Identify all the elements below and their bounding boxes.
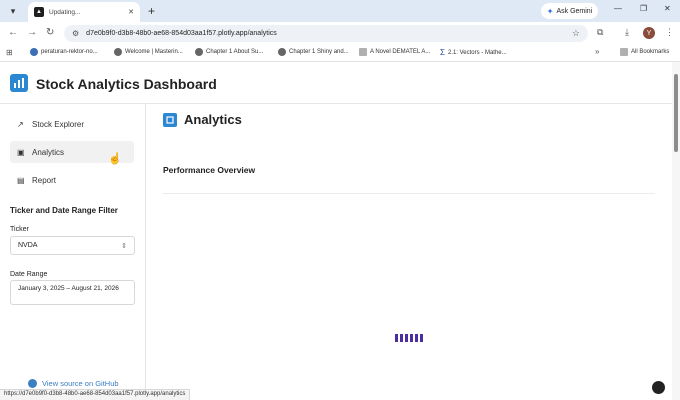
bookmark-item[interactable]: Welcome | Masterin...	[114, 48, 183, 56]
date-range-picker[interactable]: January 3, 2025 – August 21, 2026	[10, 280, 135, 305]
wordpress-icon	[30, 48, 38, 56]
globe-icon	[195, 48, 203, 56]
page-title-text: Analytics	[184, 112, 242, 127]
window-close-icon[interactable]: ✕	[664, 4, 671, 13]
bookmark-item[interactable]: peraturan-rektor-no...	[30, 48, 98, 56]
forward-icon[interactable]: →	[27, 27, 37, 38]
plotly-badge-icon[interactable]	[652, 381, 665, 394]
app-title: Stock Analytics Dashboard	[36, 76, 217, 92]
ticker-label: Ticker	[10, 226, 29, 233]
browser-tab[interactable]: ▲ Updating... ✕	[28, 2, 140, 22]
scrollbar-thumb[interactable]	[674, 74, 678, 152]
bookmarks-bar: ⊞ peraturan-rektor-no... Welcome | Maste…	[0, 44, 680, 62]
globe-icon	[278, 48, 286, 56]
folder-icon	[620, 48, 628, 56]
tab-strip: ▾ ▲ Updating... ✕ + ✦ Ask Gemini — ❐ ✕	[0, 0, 680, 22]
loading-spinner	[395, 334, 423, 342]
scrollbar[interactable]	[672, 62, 680, 400]
tab-search-icon[interactable]: ▾	[5, 3, 21, 19]
site-info-icon[interactable]: ⚙	[72, 29, 79, 38]
apps-grid-icon[interactable]: ⊞	[6, 48, 13, 57]
sigma-icon: Σ	[440, 48, 445, 57]
github-link[interactable]: View source on GitHub	[28, 379, 119, 388]
analytics-title-icon	[163, 112, 177, 127]
minimize-icon[interactable]: —	[614, 4, 622, 13]
tab-favicon-icon: ▲	[34, 7, 44, 17]
menu-kebab-icon[interactable]: ⋮	[665, 27, 674, 38]
line-chart-icon: ↗	[17, 119, 24, 129]
back-icon[interactable]: ←	[8, 27, 18, 38]
ask-gemini-label: Ask Gemini	[556, 7, 593, 15]
browser-toolbar: ← → ↻ ⚙ d7e0b9f0-d3b8-48b0-ae68-854d03aa…	[0, 22, 680, 44]
globe-icon	[114, 48, 122, 56]
reload-icon[interactable]: ↻	[46, 27, 54, 38]
sidebar-item-report[interactable]: ▤ Report	[10, 169, 134, 191]
ticker-value: NVDA	[18, 242, 38, 249]
address-url[interactable]: d7e0b9f0-d3b8-48b0-ae68-854d03aa1f57.plo…	[86, 30, 572, 37]
extensions-icon[interactable]: ⧉	[597, 27, 603, 38]
date-range-value: January 3, 2025 – August 21, 2026	[18, 285, 119, 292]
bookmark-item[interactable]: Chapter 1 Shiny and...	[278, 48, 349, 56]
chevron-updown-icon: ⇕	[121, 242, 127, 250]
profile-avatar[interactable]: Y	[643, 27, 655, 39]
address-bar[interactable]: ⚙ d7e0b9f0-d3b8-48b0-ae68-854d03aa1f57.p…	[64, 25, 588, 42]
bookmark-star-icon[interactable]: ☆	[572, 28, 580, 39]
all-bookmarks[interactable]: All Bookmarks	[620, 48, 669, 56]
page-title: Analytics	[163, 112, 242, 127]
ticker-select[interactable]: NVDA ⇕	[10, 236, 135, 255]
restore-icon[interactable]: ❐	[640, 4, 647, 13]
app-header: Stock Analytics Dashboard	[0, 62, 672, 104]
status-bar-url: https://d7e0b9f0-d3b8-48b0-ae68-854d03aa…	[0, 389, 191, 400]
section-divider	[163, 193, 655, 194]
gemini-sparkle-icon: ✦	[546, 6, 554, 16]
report-icon: ▤	[17, 175, 25, 185]
sidebar-item-stock-explorer[interactable]: ↗ Stock Explorer	[10, 113, 134, 135]
hand-cursor-icon: ☝	[108, 153, 122, 165]
bookmark-item[interactable]: A Novel DEMATEL A...	[359, 48, 430, 56]
app-logo-icon	[10, 74, 28, 92]
ask-gemini-button[interactable]: ✦ Ask Gemini	[541, 3, 598, 19]
github-icon	[28, 379, 37, 388]
analytics-icon: ▣	[17, 147, 25, 157]
document-icon	[359, 48, 367, 56]
tab-title: Updating...	[49, 8, 81, 16]
bookmark-item[interactable]: Chapter 1 About Su...	[195, 48, 263, 56]
date-range-label: Date Range	[10, 271, 48, 278]
new-tab-icon[interactable]: +	[148, 4, 155, 18]
filter-section-title: Ticker and Date Range Filter	[10, 206, 118, 215]
bookmark-item[interactable]: Σ 2.1: Vectors - Mathe...	[440, 48, 507, 57]
section-heading: Performance Overview	[163, 165, 256, 175]
bookmarks-overflow-icon[interactable]: »	[595, 47, 599, 56]
tab-close-icon[interactable]: ✕	[128, 8, 134, 16]
download-icon[interactable]: ⤓	[625, 27, 629, 38]
